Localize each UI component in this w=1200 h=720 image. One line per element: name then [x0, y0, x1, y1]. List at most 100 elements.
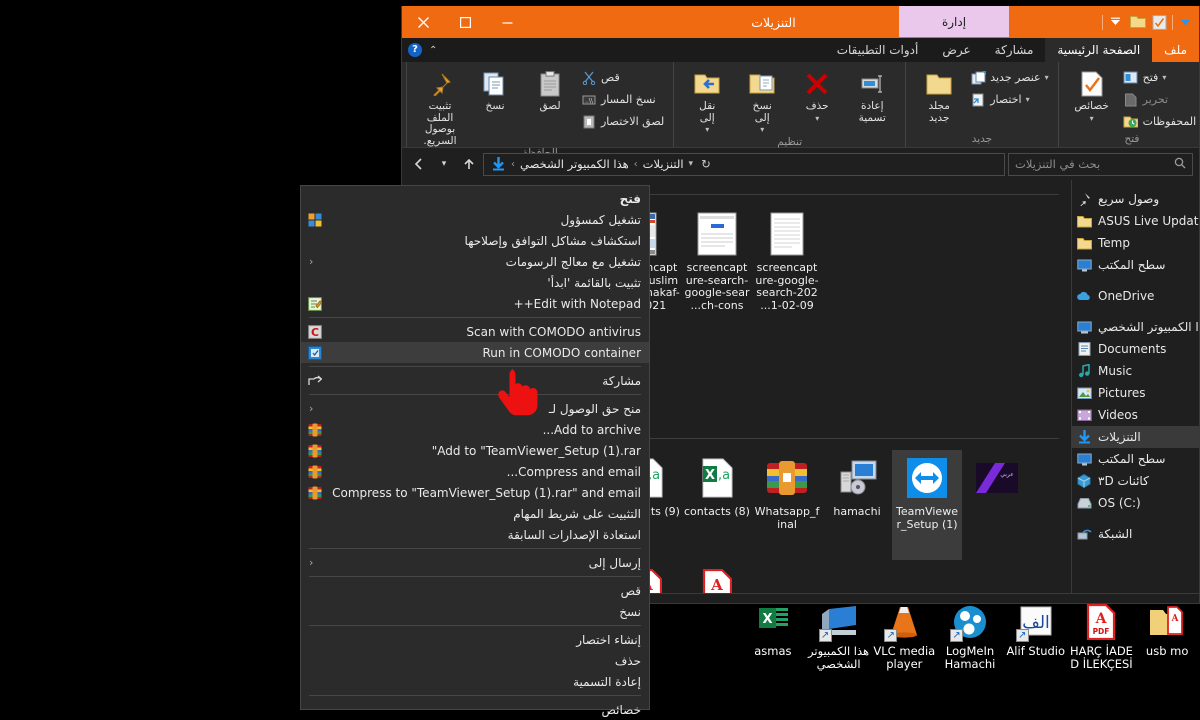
chevron-down-icon[interactable]: ▾ [1026, 95, 1030, 104]
file-tile[interactable]: X a, contacts (8) [682, 450, 752, 560]
minimize-button[interactable] [486, 6, 528, 38]
sidebar-item-temp[interactable]: Temp [1072, 232, 1199, 254]
sidebar-item-desktop-qa[interactable]: سطح المكتب [1072, 254, 1199, 276]
file-tile[interactable] [962, 206, 1032, 316]
breadcrumb-this-pc[interactable]: هذا الكمبيوتر الشخصي [520, 157, 629, 171]
file-tile[interactable]: screencapture-search-google-search-cons.… [682, 206, 752, 316]
file-tile[interactable]: screencapture-google-search-2021-02-09..… [752, 206, 822, 316]
pin-to-quick-access-button[interactable]: تثبيت الملف بوصول السريع. [414, 65, 466, 147]
file-tile[interactable]: hamachi [822, 450, 892, 560]
collapse-ribbon-icon[interactable]: ⌃ [429, 45, 437, 56]
properties-icon[interactable] [1150, 13, 1169, 32]
recent-locations-button[interactable]: ▾ [433, 153, 455, 175]
sidebar-item-documents[interactable]: Documents [1072, 338, 1199, 360]
file-tile[interactable]: Whatsapp_final [752, 450, 822, 560]
menu-item-copy[interactable]: نسخ [301, 601, 649, 622]
tab-home[interactable]: الصفحة الرئيسية [1045, 38, 1153, 62]
tab-share[interactable]: مشاركة [983, 38, 1046, 62]
maximize-button[interactable] [444, 6, 486, 38]
menu-item-pin-to-taskbar[interactable]: التثبيت على شريط المهام [301, 503, 649, 524]
new-folder-button[interactable]: مجلد جديد [913, 65, 965, 124]
menu-item-rename[interactable]: إعادة التسمية [301, 671, 649, 692]
menu-item-pin-to-start[interactable]: تثبيت بالقائمة 'ابدأ' [301, 272, 649, 293]
menu-item-share[interactable]: مشاركة [301, 370, 649, 391]
sidebar-item-os-c-drive[interactable]: OS (C:) [1072, 492, 1199, 514]
address-breadcrumb-field[interactable]: › هذا الكمبيوتر الشخصي › التنزيلات ▾ ↻ [483, 152, 1005, 176]
menu-item-send-to[interactable]: إرسال إلى ‹ [301, 552, 649, 573]
menu-item-run-as-administrator[interactable]: تشغيل كمسؤول [301, 209, 649, 230]
menu-item-delete[interactable]: حذف [301, 650, 649, 671]
sidebar-item-music[interactable]: Music [1072, 360, 1199, 382]
context-menu[interactable]: فتح تشغيل كمسؤول استكشاف مشاكل التوافق و… [300, 185, 650, 717]
sidebar-item-network[interactable]: الشبكة [1072, 523, 1199, 545]
chevron-down-icon[interactable]: ▾ [1045, 73, 1049, 82]
desktop-icon[interactable]: الف Alif Studio [1003, 598, 1069, 658]
sidebar-item-3d-objects[interactable]: كائنات ٣D [1072, 470, 1199, 492]
back-button[interactable] [408, 153, 430, 175]
refresh-icon[interactable]: ↻ [701, 157, 711, 171]
menu-item-edit-with-notepad-plus-plus[interactable]: Edit with Notepad++ [301, 293, 649, 314]
properties-button[interactable]: خصائص ▾ [1066, 65, 1118, 124]
up-button[interactable] [458, 153, 480, 175]
sidebar-item-desktop[interactable]: سطح المكتب [1072, 448, 1199, 470]
chevron-down-icon[interactable]: ▾ [815, 114, 819, 123]
menu-item-open[interactable]: فتح [301, 188, 649, 209]
new-item-button[interactable]: عنصر جديد ▾ [968, 67, 1050, 88]
paste-button[interactable]: لصق [524, 65, 576, 113]
chevron-down-icon[interactable]: ▾ [705, 125, 709, 134]
desktop-icon[interactable]: A usb mo [1134, 598, 1200, 658]
desktop-icon[interactable]: هذا الكمبيوتر الشخصي [806, 598, 872, 671]
sidebar-item-downloads[interactable]: التنزيلات [1072, 426, 1199, 448]
menu-item-give-access-to[interactable]: منح حق الوصول لـ ‹ [301, 398, 649, 419]
menu-item-cut[interactable]: قص [301, 580, 649, 601]
ribbon-options-icon[interactable] [1176, 13, 1195, 32]
sidebar-item-onedrive[interactable]: OneDrive [1072, 285, 1199, 307]
edit-button[interactable]: تحرير [1121, 89, 1199, 110]
history-button[interactable]: المحفوظات [1121, 111, 1199, 132]
move-to-button[interactable]: نقل إلى ▾ [681, 65, 733, 136]
copy-button[interactable]: نسخ [469, 65, 521, 113]
menu-item-run-in-comodo-container[interactable]: Run in COMODO container [301, 342, 649, 363]
easy-access-button[interactable]: اختصار ▾ [968, 89, 1050, 110]
sidebar-item-asus-live-update[interactable]: ASUS Live Update [1072, 210, 1199, 232]
chevron-down-icon[interactable]: ▾ [760, 125, 764, 134]
close-button[interactable] [402, 6, 444, 38]
menu-item-create-shortcut[interactable]: إنشاء اختصار [301, 629, 649, 650]
help-icon[interactable]: ? [408, 43, 422, 57]
desktop-icon[interactable]: X asmas [740, 598, 806, 658]
desktop-icon[interactable]: A PDF HARÇ İADE D İLEKÇESİ [1069, 598, 1135, 671]
tab-file[interactable]: ملف [1152, 38, 1199, 62]
open-button[interactable]: فتح ▾ [1121, 67, 1199, 88]
menu-item-compress-and-email[interactable]: Compress and email... [301, 461, 649, 482]
delete-button[interactable]: حذف ▾ [791, 65, 843, 124]
file-tile[interactable] [822, 206, 892, 316]
desktop-icon[interactable]: VLC media player [871, 598, 937, 671]
chevron-down-icon[interactable]: ▾ [1090, 114, 1094, 123]
menu-item-restore-previous-versions[interactable]: استعادة الإصدارات السابقة [301, 524, 649, 545]
menu-item-troubleshoot-compatibility[interactable]: استكشاف مشاكل التوافق وإصلاحها [301, 230, 649, 251]
sidebar-item-this-pc[interactable]: هذا الكمبيوتر الشخصي [1072, 316, 1199, 338]
menu-item-properties[interactable]: خصائص [301, 699, 649, 720]
menu-item-compress-to-named-archive-and-email[interactable]: Compress to "TeamViewer_Setup (1).rar" a… [301, 482, 649, 503]
paste-shortcut-button[interactable]: لصق الاختصار [579, 111, 666, 132]
menu-item-add-to-named-archive[interactable]: Add to "TeamViewer_Setup (1).rar" [301, 440, 649, 461]
file-tile-selected[interactable]: TeamViewer_Setup (1) [892, 450, 962, 560]
rename-button[interactable]: إعادة تسمية [846, 65, 898, 124]
copy-path-button[interactable]: \\.. نسخ المسار [579, 89, 666, 110]
sidebar-item-videos[interactable]: Videos [1072, 404, 1199, 426]
tab-view[interactable]: عرض [930, 38, 982, 62]
menu-item-scan-with-comodo-antivirus[interactable]: C Scan with COMODO antivirus [301, 321, 649, 342]
chevron-down-icon[interactable] [1106, 13, 1125, 32]
cut-button[interactable]: قص [579, 67, 666, 88]
file-tile[interactable]: عربي [962, 450, 1032, 560]
breadcrumb-downloads[interactable]: التنزيلات [643, 157, 684, 171]
menu-item-add-to-archive[interactable]: Add to archive... [301, 419, 649, 440]
address-dropdown-icon[interactable]: ▾ [689, 159, 694, 169]
menu-item-run-with-graphics-processor[interactable]: تشغيل مع معالج الرسومات ‹ [301, 251, 649, 272]
chevron-down-icon[interactable]: ▾ [1162, 73, 1166, 82]
management-contextual-tab[interactable]: إدارة [899, 6, 1009, 37]
sidebar-item-quick-access[interactable]: وصول سريع [1072, 188, 1199, 210]
sidebar-item-pictures[interactable]: Pictures [1072, 382, 1199, 404]
folder-icon[interactable] [1128, 13, 1147, 32]
desktop-icon[interactable]: LogMeIn Hamachi [937, 598, 1003, 671]
